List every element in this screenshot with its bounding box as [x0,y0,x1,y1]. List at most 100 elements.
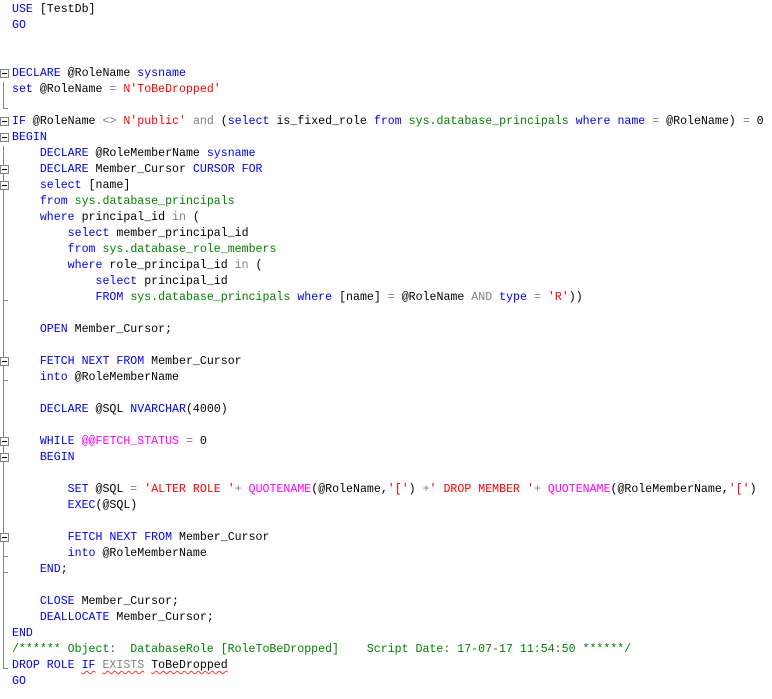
code-line[interactable]: CLOSE Member_Cursor; [0,594,772,610]
token-id [12,595,40,608]
code-text: DROP ROLE IF EXISTS ToBeDropped [12,658,228,674]
token-kw: from [67,243,96,256]
token-kw: GO [12,675,26,688]
token-id [402,115,409,128]
fold-region-line-icon [0,498,12,514]
code-line[interactable]: from sys.database_principals [0,194,772,210]
code-line[interactable]: DEALLOCATE Member_Cursor; [0,610,772,626]
token-op: in [234,259,249,272]
token-id: ) [408,483,423,496]
code-line[interactable]: DECLARE @SQL NVARCHAR(4000) [0,402,772,418]
fold-collapse-icon[interactable] [0,178,12,194]
code-line[interactable]: DECLARE @RoleName sysname [0,66,772,82]
code-text: IF @RoleName <> N'public' and (select is… [12,114,764,130]
fold-collapse-icon[interactable] [0,450,12,466]
token-id [12,531,68,544]
code-line[interactable]: WHILE @@FETCH_STATUS = 0 [0,434,772,450]
token-kw: BEGIN [12,131,47,144]
token-kw: DROP ROLE [12,659,82,672]
token-kw: END [39,563,61,576]
code-line[interactable]: select member_principal_id [0,226,772,242]
code-line[interactable]: BEGIN [0,450,772,466]
code-line[interactable] [0,418,772,434]
code-line[interactable] [0,34,772,50]
token-kw: DECLARE [39,163,89,176]
code-line[interactable]: into @RoleMemberName [0,370,772,386]
code-line[interactable]: BEGIN [0,130,772,146]
token-op: = [533,291,541,304]
code-line[interactable]: GO [0,18,772,34]
code-line[interactable]: DROP ROLE IF EXISTS ToBeDropped [0,658,772,674]
token-id [12,275,96,288]
token-kw: DEALLOCATE [39,611,110,624]
code-line[interactable]: where principal_id in ( [0,210,772,226]
code-line[interactable]: GO [0,674,772,690]
code-line[interactable] [0,50,772,66]
token-id: Member_Cursor; [74,595,180,608]
code-line[interactable] [0,578,772,594]
code-line[interactable]: IF @RoleName <> N'public' and (select is… [0,114,772,130]
code-line[interactable]: FROM sys.database_principals where [name… [0,290,772,306]
code-line[interactable]: from sys.database_role_members [0,242,772,258]
fold-collapse-icon[interactable] [0,130,12,146]
token-id: [name] [81,179,131,192]
code-line[interactable]: set @RoleName = N'ToBeDropped' [0,82,772,98]
token-op: + [234,483,242,496]
token-op: and [192,115,214,128]
token-id: [name] [332,291,388,304]
fold-region-line-icon [0,146,12,162]
code-line[interactable]: FETCH NEXT FROM Member_Cursor [0,530,772,546]
code-line[interactable]: EXEC(@SQL) [0,498,772,514]
fold-collapse-icon[interactable] [0,162,12,178]
code-line[interactable]: select [name] [0,178,772,194]
fold-collapse-icon[interactable] [0,66,12,82]
token-op: in [172,211,186,224]
code-line[interactable]: USE [TestDb] [0,2,772,18]
code-line[interactable] [0,306,772,322]
code-line[interactable] [0,386,772,402]
fold-region-line-icon [0,610,12,626]
code-line[interactable]: DECLARE @RoleMemberName sysname [0,146,772,162]
token-fn: @@FETCH_STATUS [81,435,180,448]
token-id: )) [568,291,583,304]
code-line[interactable]: END [0,626,772,642]
code-line[interactable] [0,98,772,114]
token-id [75,435,82,448]
token-kw: WHILE [39,435,75,448]
code-line[interactable]: select principal_id [0,274,772,290]
code-line[interactable]: FETCH NEXT FROM Member_Cursor [0,354,772,370]
fold-collapse-icon[interactable] [0,354,12,370]
code-line[interactable]: into @RoleMemberName [0,546,772,562]
fold-gutter [0,34,12,50]
code-line[interactable] [0,466,772,482]
token-id [186,115,193,128]
token-id [12,291,96,304]
fold-collapse-icon[interactable] [0,434,12,450]
code-line[interactable]: where role_principal_id in ( [0,258,772,274]
code-editor[interactable]: USE [TestDb] GO DECLARE @RoleName sysname s… [0,0,772,697]
code-text: SET @SQL = 'ALTER ROLE '+ QUOTENAME(@Rol… [12,482,757,498]
code-text: END [12,626,33,642]
code-line[interactable]: /****** Object: DatabaseRole [RoleToBeDr… [0,642,772,658]
token-id [12,163,40,176]
code-text: /****** Object: DatabaseRole [RoleToBeDr… [12,642,631,658]
token-str: N'public' [123,115,186,128]
fold-region-line-icon [0,578,12,594]
code-line[interactable]: END; [0,562,772,578]
token-kw: BEGIN [39,451,75,464]
code-line[interactable]: SET @SQL = 'ALTER ROLE '+ QUOTENAME(@Rol… [0,482,772,498]
token-fn: QUOTENAME [547,483,611,496]
token-fn: QUOTENAME [248,483,312,496]
code-line[interactable]: OPEN Member_Cursor; [0,322,772,338]
fold-collapse-icon[interactable] [0,114,12,130]
token-id: @RoleName [60,67,138,80]
token-id [12,211,40,224]
code-line[interactable] [0,338,772,354]
code-line[interactable]: DECLARE Member_Cursor CURSOR FOR [0,162,772,178]
token-kw: DECLARE [12,67,61,80]
token-kw: where [39,211,75,224]
code-text: GO [12,18,26,34]
code-line[interactable] [0,514,772,530]
code-text: USE [TestDb] [12,2,96,18]
fold-collapse-icon[interactable] [0,530,12,546]
